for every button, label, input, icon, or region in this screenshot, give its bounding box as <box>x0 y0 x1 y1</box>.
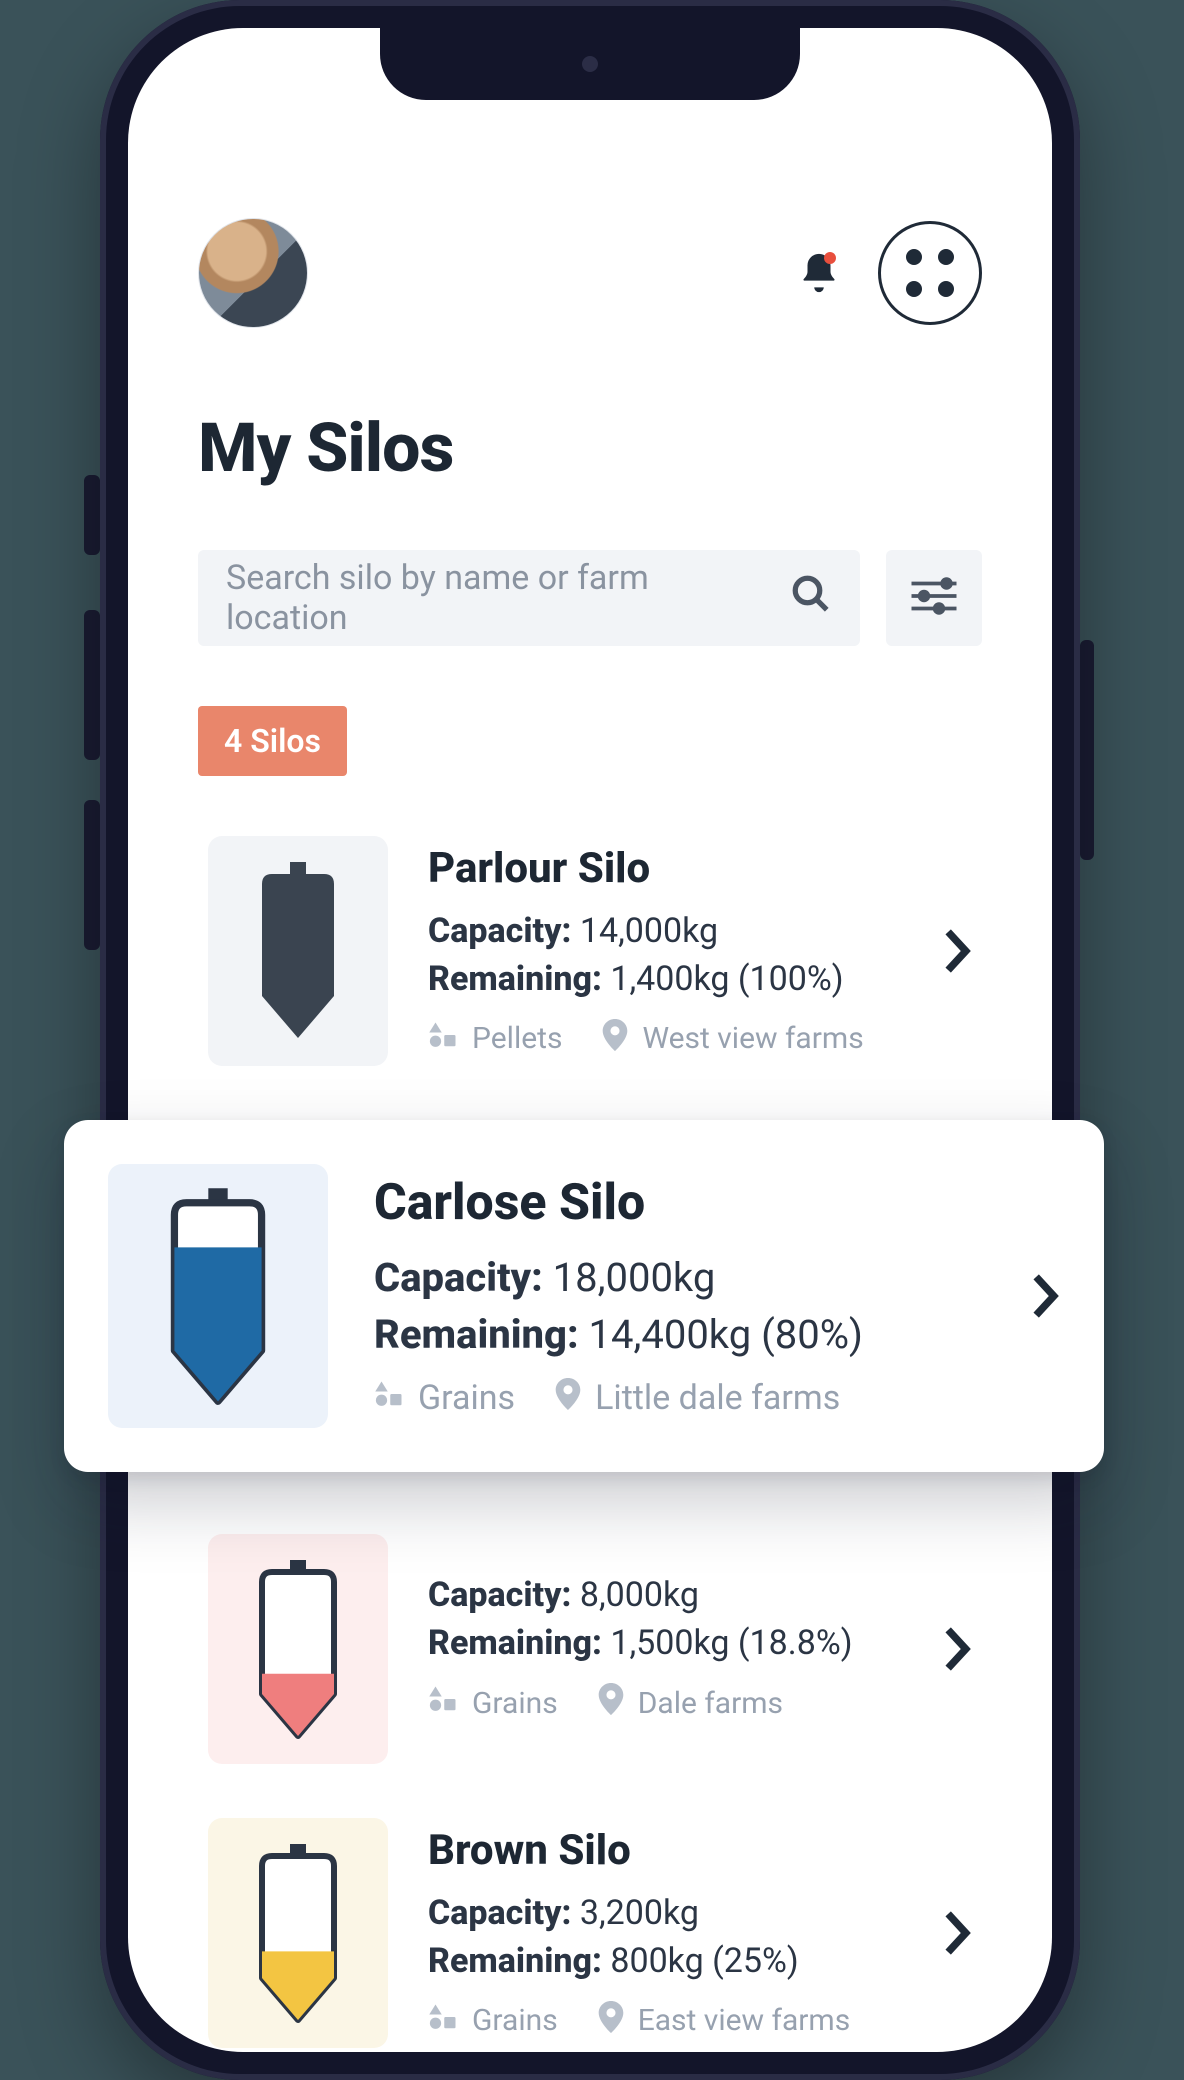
silo-capacity: Capacity: 18,000kg <box>374 1254 984 1301</box>
search-input[interactable]: Search silo by name or farm location <box>198 550 860 646</box>
phone-volume-up <box>84 610 100 760</box>
silo-thumbnail <box>208 836 388 1066</box>
app-header <box>198 218 982 328</box>
app-content: My Silos Search silo by name or farm loc… <box>128 28 1052 2052</box>
silo-remaining: Remaining: 1,500kg (18.8%) <box>428 1623 902 1663</box>
silo-capacity: Capacity: 3,200kg <box>428 1893 902 1933</box>
search-row: Search silo by name or farm location <box>198 550 982 646</box>
screen: My Silos Search silo by name or farm loc… <box>128 28 1052 2052</box>
silo-card[interactable]: Carlose Silo Capacity: 18,000kg Remainin… <box>64 1120 1104 1472</box>
silo-name: Carlose Silo <box>374 1174 984 1232</box>
silo-feed: Grains <box>428 2002 558 2040</box>
notifications-button[interactable] <box>796 250 842 296</box>
silo-card[interactable]: Brown Silo Capacity: 3,200kg Remaining: … <box>198 1818 982 2048</box>
shapes-icon <box>428 1020 458 1058</box>
silo-remaining: Remaining: 800kg (25%) <box>428 1941 902 1981</box>
notification-dot-icon <box>824 252 836 264</box>
chevron-right-icon <box>1030 1271 1060 1321</box>
silo-capacity: Capacity: 14,000kg <box>428 911 902 951</box>
shapes-icon <box>374 1378 404 1418</box>
silo-thumbnail <box>208 1818 388 2048</box>
silo-count-badge: 4 Silos <box>198 706 347 776</box>
chevron-right-icon <box>942 926 972 976</box>
chevron-right-icon <box>942 1624 972 1674</box>
silo-name: Parlour Silo <box>428 844 902 893</box>
phone-volume-down <box>84 800 100 950</box>
page-title: My Silos <box>198 408 982 488</box>
silo-card[interactable]: Parlour Silo Capacity: 14,000kg Remainin… <box>198 836 982 1066</box>
phone-notch <box>380 28 800 100</box>
silo-feed: Grains <box>374 1378 515 1418</box>
header-actions <box>796 221 982 325</box>
silo-card[interactable]: Capacity: 8,000kg Remaining: 1,500kg (18… <box>198 1534 982 1764</box>
silo-remaining: Remaining: 14,400kg (80%) <box>374 1311 984 1358</box>
silo-location: East view farms <box>598 2001 851 2041</box>
menu-dot-icon <box>938 281 954 297</box>
silo-info: Carlose Silo Capacity: 18,000kg Remainin… <box>374 1174 984 1419</box>
silo-info: Parlour Silo Capacity: 14,000kg Remainin… <box>428 844 902 1059</box>
silo-meta: Grains Dale farms <box>428 1683 902 1723</box>
chevron-right-icon <box>942 1908 972 1958</box>
phone-power-button <box>1080 640 1094 860</box>
silo-name: Brown Silo <box>428 1826 902 1875</box>
silo-location: West view farms <box>602 1019 863 1059</box>
menu-dot-icon <box>906 281 922 297</box>
shapes-icon <box>428 1684 458 1722</box>
pin-icon <box>598 2001 624 2041</box>
silo-info: Capacity: 8,000kg Remaining: 1,500kg (18… <box>428 1575 902 1723</box>
sliders-icon <box>909 577 959 619</box>
search-icon <box>790 573 832 624</box>
silo-info: Brown Silo Capacity: 3,200kg Remaining: … <box>428 1826 902 2041</box>
silo-meta: Grains East view farms <box>428 2001 902 2041</box>
silo-meta: Grains Little dale farms <box>374 1378 984 1419</box>
silo-feed: Pellets <box>428 1020 562 1058</box>
silo-location: Little dale farms <box>555 1378 840 1419</box>
pin-icon <box>555 1378 581 1419</box>
avatar[interactable] <box>198 218 308 328</box>
shapes-icon <box>428 2002 458 2040</box>
silo-thumbnail <box>108 1164 328 1428</box>
silo-feed: Grains <box>428 1684 558 1722</box>
silo-thumbnail <box>208 1534 388 1764</box>
bell-icon <box>796 281 842 300</box>
silo-capacity: Capacity: 8,000kg <box>428 1575 902 1615</box>
pin-icon <box>602 1019 628 1059</box>
silo-meta: Pellets West view farms <box>428 1019 902 1059</box>
silo-remaining: Remaining: 1,400kg (100%) <box>428 959 902 999</box>
pin-icon <box>598 1683 624 1723</box>
phone-frame: My Silos Search silo by name or farm loc… <box>100 0 1080 2080</box>
menu-dot-icon <box>938 249 954 265</box>
filter-button[interactable] <box>886 550 982 646</box>
menu-dot-icon <box>906 249 922 265</box>
search-placeholder: Search silo by name or farm location <box>226 558 770 638</box>
menu-button[interactable] <box>878 221 982 325</box>
phone-side-button <box>84 475 100 555</box>
silo-location: Dale farms <box>598 1683 783 1723</box>
